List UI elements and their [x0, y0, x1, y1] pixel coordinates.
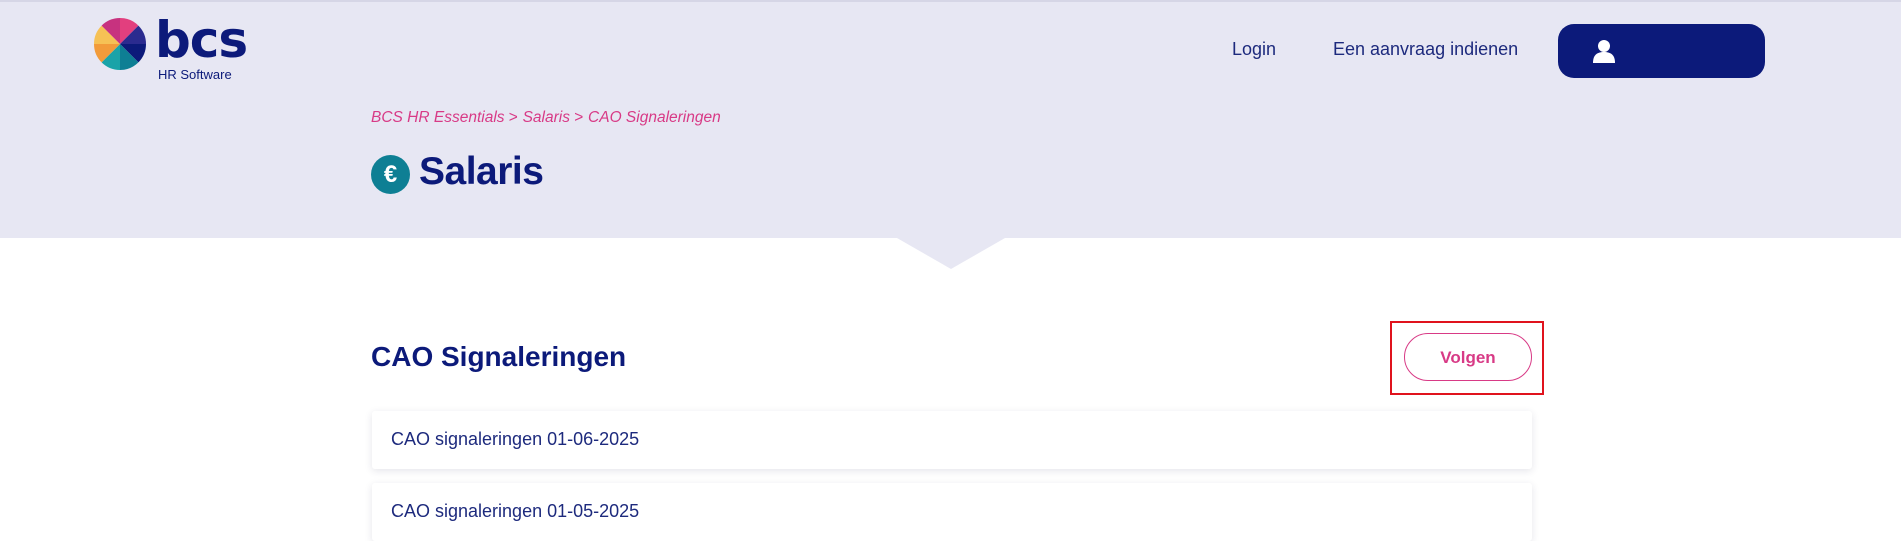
breadcrumb-item-bcs-hr-essentials[interactable]: BCS HR Essentials [371, 109, 505, 127]
breadcrumb-separator: > [508, 109, 518, 126]
follow-button[interactable]: Volgen [1404, 333, 1532, 381]
list-item[interactable]: CAO signaleringen 01-06-2025 [372, 411, 1532, 469]
logo-tagline: HR Software [158, 67, 232, 82]
breadcrumb: BCS HR Essentials > Salaris > CAO Signalerin… [371, 109, 721, 127]
list-item-label: CAO signaleringen 01-06-2025 [391, 429, 640, 449]
logo-wordmark: bcs [155, 11, 248, 69]
euro-icon: € [371, 155, 410, 194]
submit-request-link[interactable]: Een aanvraag indienen [1333, 39, 1518, 60]
breadcrumb-separator: > [573, 109, 584, 126]
logo-mark-icon [93, 17, 147, 71]
bcs-logo[interactable]: bcs HR Software [93, 11, 253, 83]
page-title: Salaris [419, 150, 544, 193]
account-button[interactable] [1558, 24, 1765, 78]
header-notch [897, 238, 1005, 269]
breadcrumb-item-cao-signaleringen[interactable]: CAO Signaleringen [588, 109, 721, 127]
breadcrumb-item-salaris[interactable]: Salaris [523, 109, 570, 127]
user-icon [1593, 40, 1615, 63]
section-title: CAO Signaleringen [371, 341, 627, 372]
header-band: bcs HR Software Login Een aanvraag indie… [0, 0, 1901, 238]
list-item-label: CAO signaleringen 01-05-2025 [391, 501, 640, 521]
list-item[interactable]: CAO signaleringen 01-05-2025 [372, 483, 1532, 541]
login-link[interactable]: Login [1232, 39, 1276, 60]
